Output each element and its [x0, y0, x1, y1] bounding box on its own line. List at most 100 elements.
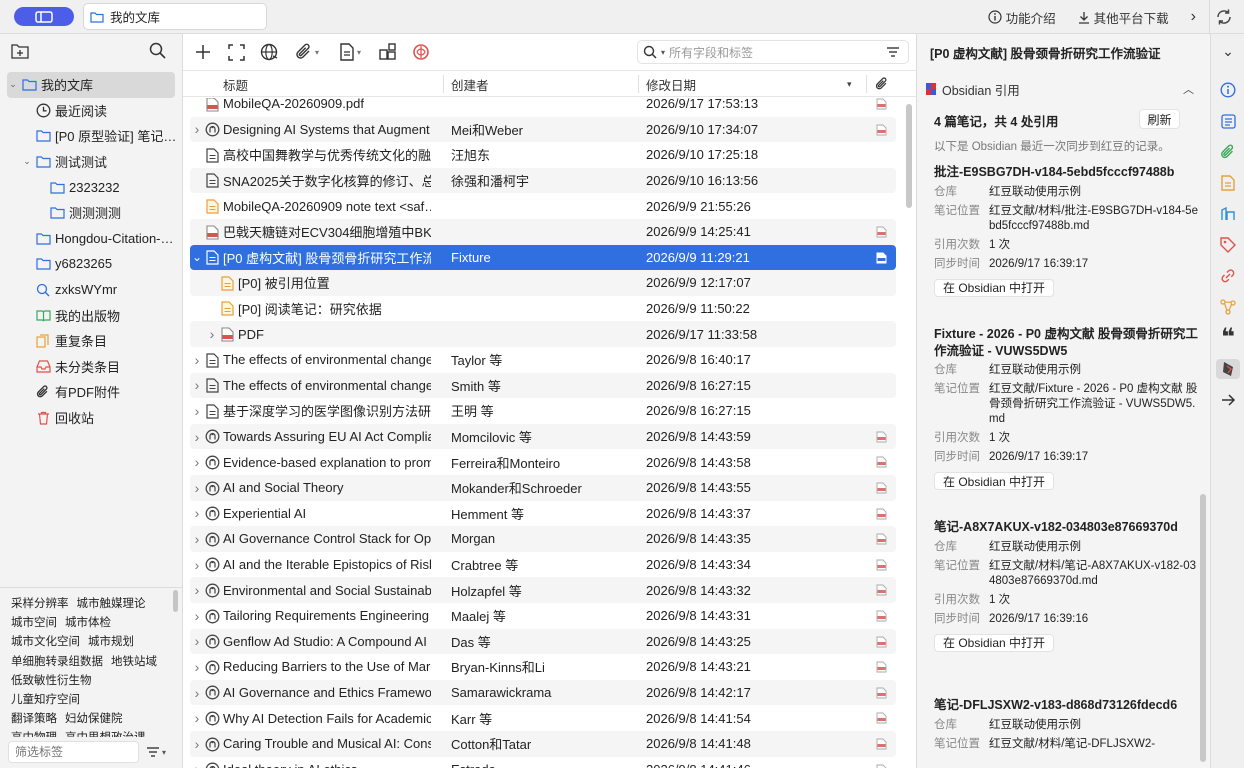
pdf-attachment-icon[interactable] [876, 431, 888, 443]
collection-item[interactable]: y6823265 [7, 251, 175, 277]
pdf-attachment-icon[interactable] [876, 712, 888, 724]
plugin-button[interactable] [378, 42, 398, 62]
pdf-attachment-icon[interactable] [876, 661, 888, 673]
pdf-attachment-icon[interactable] [876, 482, 888, 494]
item-row[interactable]: › The effects of environmental change… Smi… [190, 372, 896, 399]
chevron-right-icon[interactable]: › [191, 424, 203, 450]
item-row[interactable]: [P0] 阅读笔记：研究依据 2026/9/9 11:50:22 [190, 296, 896, 322]
tag-chip[interactable]: 城市空间 [11, 617, 57, 629]
chevron-right-icon[interactable]: › [191, 680, 203, 706]
chevron-right-icon[interactable]: › [191, 705, 203, 731]
tag-filter-input[interactable] [8, 741, 139, 763]
column-title[interactable]: 标题 [223, 71, 248, 97]
collection-item[interactable]: 我的出版物 [7, 302, 175, 328]
tag-chip[interactable]: 单细胞转录组数据 [11, 656, 103, 668]
tag-chip[interactable]: 地铁站域 [111, 656, 157, 668]
collection-item[interactable]: 未分类条目 [7, 354, 175, 380]
collection-item[interactable]: 测测测测 [7, 200, 175, 226]
item-row[interactable]: › Tailoring Requirements Engineering f… Ma… [190, 603, 896, 629]
chevron-right-icon[interactable]: › [191, 501, 203, 527]
new-item-button[interactable] [193, 42, 213, 62]
item-row[interactable]: › Why AI Detection Fails for Academic… Kar… [190, 705, 896, 731]
related-section-button[interactable] [1218, 266, 1238, 286]
tag-scrollbar[interactable] [173, 590, 178, 612]
item-row[interactable]: › Experiential AI Hemment 等 2026/9/8 14:43:… [190, 501, 896, 527]
item-row[interactable]: › Reducing Barriers to the Use of Mar… Bry… [190, 654, 896, 680]
pdf-attachment-icon[interactable] [876, 98, 888, 110]
tag-chip[interactable]: 高中物理 [11, 732, 57, 737]
chevron-right-icon[interactable]: › [191, 526, 203, 552]
open-in-obsidian-button[interactable]: 在 Obsidian 中打开 [934, 472, 1055, 490]
chevron-right-icon[interactable]: › [191, 117, 203, 143]
item-row[interactable]: › 基于深度学习的医学图像识别方法研究 王明 等 2026/9/8 16:27:15 [190, 398, 896, 424]
item-row[interactable]: 高校中国舞教学与优秀传统文化的融合… 汪旭东 2026/9/10 17:25:18 [190, 142, 896, 168]
chevron-right-icon[interactable]: › [191, 731, 203, 757]
add-by-identifier-button[interactable] [226, 42, 246, 62]
libraries-section-button[interactable] [1218, 204, 1238, 224]
pdf-attachment-icon[interactable] [876, 584, 888, 596]
chevron-right-icon[interactable]: › [191, 552, 203, 578]
chevron-right-icon[interactable]: › [191, 654, 203, 680]
item-row[interactable]: › Environmental and Social Sustainabil… Ho… [190, 577, 896, 603]
collapse-pane-button[interactable]: ⌄ [1218, 41, 1238, 61]
pdf-attachment-icon[interactable] [876, 687, 888, 699]
column-creator[interactable]: 创建者 [451, 71, 489, 97]
tag-filter-menu-button[interactable]: ▾ [146, 743, 174, 761]
pdf-attachment-icon[interactable] [876, 456, 888, 468]
collection-item[interactable]: 重复条目 [7, 328, 175, 354]
column-divider[interactable] [443, 75, 444, 93]
web-lookup-button[interactable] [259, 42, 279, 62]
sync-button[interactable] [1210, 4, 1238, 30]
item-row[interactable]: › Genflow Ad Studio: A Compound AI … Das 等… [190, 628, 896, 655]
chevron-down-icon[interactable]: ⌄ [7, 79, 19, 90]
item-row[interactable]: 巴戟天糖链对ECV304细胞增殖中BK_(… 2026/9/9 14:25:41 [190, 219, 896, 245]
add-attachment-button[interactable]: ▾ [292, 42, 322, 62]
pdf-attachment-icon[interactable] [876, 559, 888, 571]
pdf-attachment-icon[interactable] [876, 610, 888, 622]
obsidian-section-button[interactable] [1216, 359, 1240, 379]
collection-item[interactable]: 回收站 [7, 405, 175, 431]
item-row[interactable]: › AI and the Iterable Epistopics of Risk C… [190, 552, 896, 578]
item-row[interactable]: MobileQA-20260909.pdf 2026/9/17 17:53:13 [190, 98, 896, 117]
tag-chip[interactable]: 高中思想政治课 [65, 732, 146, 737]
item-pane-scrollbar[interactable] [1200, 494, 1206, 762]
items-scrollbar[interactable] [906, 104, 912, 208]
collection-item[interactable]: 最近阅读 [7, 98, 175, 124]
collection-item[interactable]: zxksWYmr [7, 277, 175, 303]
item-row[interactable]: › Ideal theory in AI ethics Estrada 2026/9/… [190, 757, 896, 768]
tab-library[interactable]: 我的文库 [83, 3, 267, 30]
download-link[interactable]: 其他平台下载 [1078, 8, 1169, 27]
column-attachments[interactable] [875, 71, 889, 97]
item-row[interactable]: SNA2025关于数字化核算的修订、总… 徐强和潘柯宇 2026/9/10 16:1… [190, 167, 896, 194]
tag-chip[interactable]: 城市文化空间 [11, 636, 80, 648]
column-divider[interactable] [638, 75, 639, 93]
pdf-attachment-icon[interactable] [876, 508, 888, 520]
ai-assistant-button[interactable] [411, 42, 431, 62]
tag-chip[interactable]: 采样分辨率 [11, 598, 69, 610]
notes-section-button[interactable] [1218, 173, 1238, 193]
info-section-button[interactable] [1218, 80, 1238, 100]
chevron-down-icon[interactable]: ▾ [661, 48, 665, 57]
search-collections-button[interactable] [149, 42, 166, 62]
item-row[interactable]: › AI and Social Theory Mokander和Schroeder 2… [190, 475, 896, 501]
tag-chip[interactable]: 城市触媒理论 [77, 598, 146, 610]
open-in-obsidian-button[interactable]: 在 Obsidian 中打开 [934, 278, 1055, 297]
collection-item[interactable]: ⌄ 我的文库 [7, 72, 175, 98]
attachments-section-button[interactable] [1218, 142, 1238, 162]
chevron-right-icon[interactable]: › [191, 475, 203, 501]
new-collection-button[interactable] [11, 43, 29, 62]
collection-item[interactable]: Hongdou-Citation-… [7, 226, 175, 252]
chevron-right-icon[interactable]: › [191, 577, 203, 603]
chevron-right-icon[interactable]: › [191, 398, 203, 424]
locate-section-button[interactable] [1218, 390, 1238, 410]
chevron-right-icon[interactable]: › [191, 603, 203, 629]
collection-item[interactable]: [P0 原型验证] 笔记… [7, 123, 175, 149]
pdf-attachment-icon[interactable] [876, 533, 888, 545]
filter-icon[interactable] [886, 46, 900, 58]
pdf-attachment-icon[interactable] [876, 636, 888, 648]
graph-section-button[interactable] [1218, 297, 1238, 317]
abstract-section-button[interactable] [1218, 111, 1238, 131]
tag-chip[interactable]: 妇幼保健院 [65, 713, 123, 725]
pdf-attachment-icon[interactable] [876, 764, 888, 768]
tag-chip[interactable]: 低致敏性衍生物 [11, 675, 92, 687]
